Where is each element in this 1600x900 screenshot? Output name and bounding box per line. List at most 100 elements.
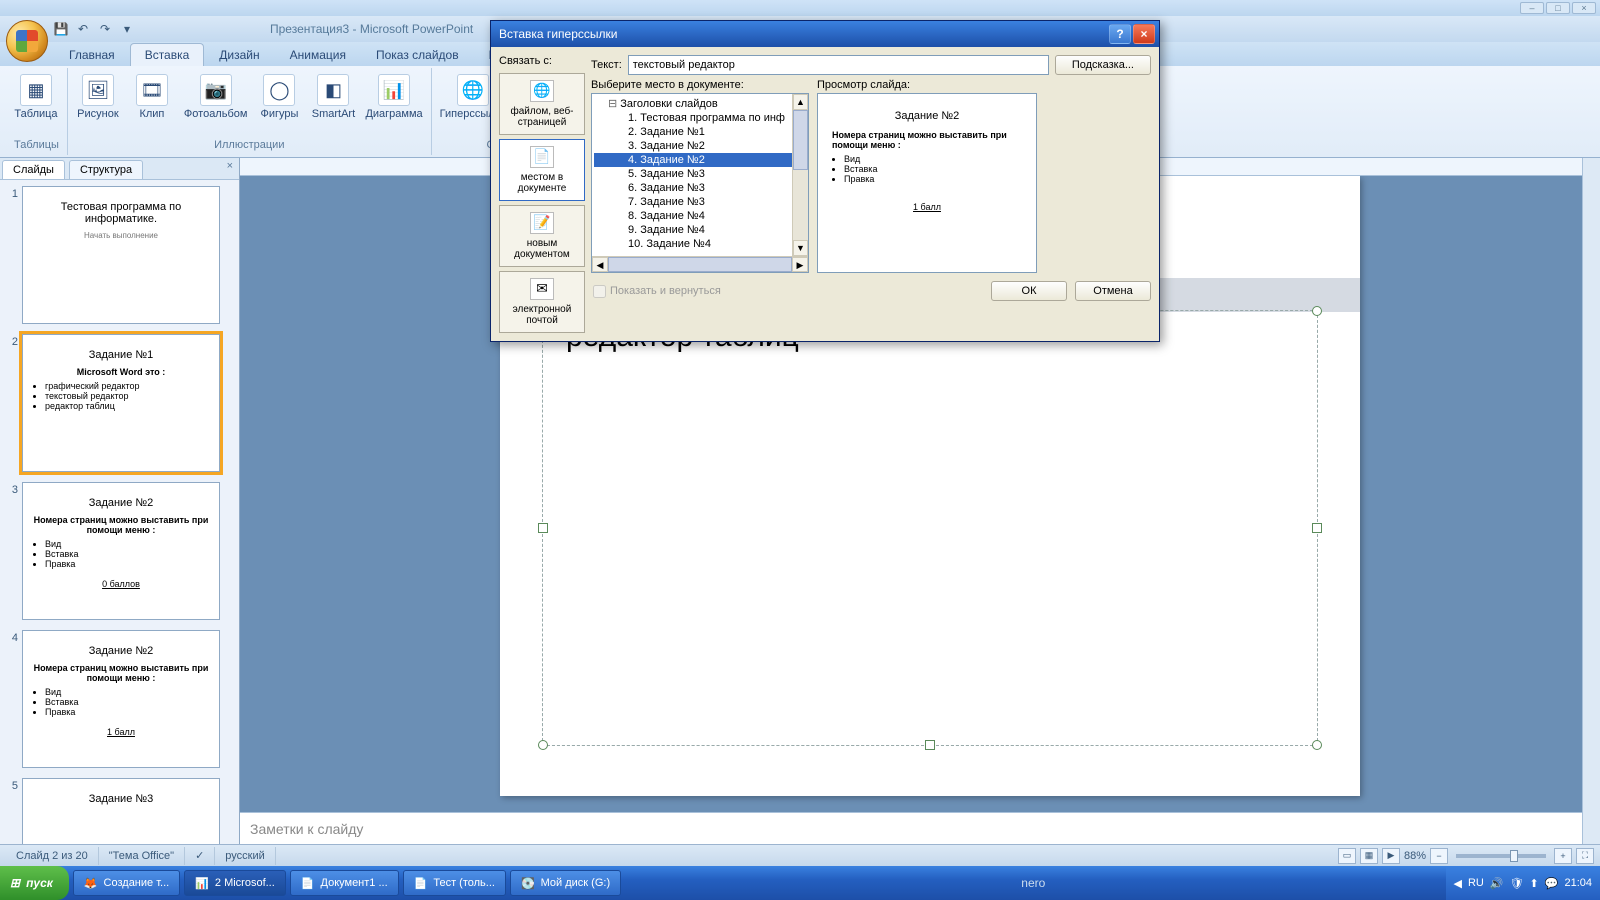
- zoom-in-button[interactable]: +: [1554, 848, 1572, 864]
- tab-home[interactable]: Главная: [54, 43, 130, 66]
- fit-window-button[interactable]: ⛶: [1576, 848, 1594, 864]
- pane-tabs: Слайды Структура ×: [0, 158, 239, 180]
- tray-clock[interactable]: 21:04: [1564, 877, 1592, 889]
- photoalbum-icon: 📷: [200, 74, 232, 106]
- tray-icon[interactable]: 🛡: [1510, 877, 1524, 890]
- pane-close-icon[interactable]: ×: [221, 158, 239, 179]
- picture-button[interactable]: 🖼Рисунок: [76, 74, 120, 120]
- pane-tab-slides[interactable]: Слайды: [2, 160, 65, 179]
- zoom-slider-thumb[interactable]: [1510, 850, 1518, 862]
- cancel-button[interactable]: Отмена: [1075, 281, 1151, 301]
- slide-preview-label: Просмотр слайда:: [817, 79, 1037, 91]
- chart-icon: 📊: [378, 74, 410, 106]
- status-spellcheck-icon[interactable]: ✓: [185, 847, 215, 865]
- tree-item[interactable]: 5. Задание №3: [594, 167, 806, 181]
- slide-thumbnail[interactable]: Тестовая программа по информатике.Начать…: [22, 186, 220, 324]
- slide-thumbnails[interactable]: 1Тестовая программа по информатике.Начат…: [0, 180, 239, 856]
- table-icon: ▦: [20, 74, 52, 106]
- tray-icon[interactable]: 🔊: [1490, 877, 1504, 890]
- taskbar-item[interactable]: 📊 2 Microsof...: [184, 870, 286, 896]
- preview-subtitle: Номера страниц можно выставить при помощ…: [832, 130, 1022, 150]
- office-button[interactable]: [6, 20, 48, 62]
- new-document-icon: 📝: [530, 212, 554, 234]
- slide-thumbnail[interactable]: Задание №1Microsoft Word это :графически…: [22, 334, 220, 472]
- resize-handle[interactable]: [1312, 306, 1322, 316]
- content-placeholder[interactable]: [542, 310, 1318, 746]
- pane-tab-outline[interactable]: Структура: [69, 160, 143, 179]
- system-tray[interactable]: ◀ RU 🔊 🛡 ⬆ 💬 21:04: [1446, 866, 1600, 900]
- zoom-out-button[interactable]: −: [1430, 848, 1448, 864]
- redo-icon[interactable]: ↷: [96, 20, 114, 38]
- preview-title: Задание №2: [832, 110, 1022, 122]
- photoalbum-button[interactable]: 📷Фотоальбом: [184, 74, 248, 120]
- view-sorter-button[interactable]: ▦: [1360, 848, 1378, 864]
- vertical-scrollbar[interactable]: [1582, 158, 1600, 856]
- status-language[interactable]: русский: [215, 847, 275, 865]
- tree-item[interactable]: 1. Тестовая программа по инф: [594, 111, 806, 125]
- tree-item[interactable]: 2. Задание №1: [594, 125, 806, 139]
- tree-item[interactable]: 10. Задание №4: [594, 237, 806, 251]
- dialog-title: Вставка гиперссылки: [499, 27, 617, 41]
- document-bookmark-icon: 📄: [530, 146, 554, 168]
- qat-customize-icon[interactable]: ▾: [118, 20, 136, 38]
- ok-button[interactable]: ОК: [991, 281, 1067, 301]
- tray-icon[interactable]: ⬆: [1530, 877, 1539, 890]
- window-titlebar: – □ ×: [0, 0, 1600, 16]
- slide-thumbnail[interactable]: Задание №2Номера страниц можно выставить…: [22, 482, 220, 620]
- document-outline-tree[interactable]: Заголовки слайдов1. Тестовая программа п…: [591, 93, 809, 273]
- zoom-slider[interactable]: [1456, 854, 1546, 858]
- tab-animation[interactable]: Анимация: [275, 43, 361, 66]
- slide-preview: Задание №2 Номера страниц можно выставит…: [817, 93, 1037, 273]
- tree-item[interactable]: 7. Задание №3: [594, 195, 806, 209]
- tray-icon[interactable]: 💬: [1545, 877, 1559, 890]
- tray-lang[interactable]: RU: [1468, 877, 1484, 889]
- chart-button[interactable]: 📊Диаграмма: [365, 74, 422, 120]
- zoom-value: 88%: [1404, 850, 1426, 862]
- dialog-titlebar[interactable]: Вставка гиперссылки ? ×: [491, 21, 1159, 47]
- view-slideshow-button[interactable]: ▶: [1382, 848, 1400, 864]
- tree-item[interactable]: 9. Задание №4: [594, 223, 806, 237]
- tab-slideshow[interactable]: Показ слайдов: [361, 43, 474, 66]
- tree-item[interactable]: 4. Задание №2: [594, 153, 806, 167]
- linkto-file-button[interactable]: 🌐файлом, веб-страницей: [499, 73, 585, 135]
- slide-thumbnail[interactable]: Задание №2Номера страниц можно выставить…: [22, 630, 220, 768]
- taskbar-item[interactable]: 💽 Мой диск (G:): [510, 870, 621, 896]
- window-close-button[interactable]: ×: [1572, 2, 1596, 14]
- linkto-newdoc-button[interactable]: 📝новым документом: [499, 205, 585, 267]
- resize-handle[interactable]: [1312, 740, 1322, 750]
- smartart-button[interactable]: ◧SmartArt: [311, 74, 355, 120]
- linkto-place-button[interactable]: 📄местом в документе: [499, 139, 585, 201]
- select-place-label: Выберите место в документе:: [591, 79, 809, 91]
- clip-button[interactable]: 🎞Клип: [130, 74, 174, 120]
- resize-handle[interactable]: [538, 740, 548, 750]
- taskbar-item[interactable]: 📄 Тест (толь...: [403, 870, 506, 896]
- minimize-button[interactable]: –: [1520, 2, 1544, 14]
- tree-item[interactable]: 8. Задание №4: [594, 209, 806, 223]
- start-button[interactable]: ⊞пуск: [0, 866, 69, 900]
- table-button[interactable]: ▦Таблица: [14, 74, 58, 120]
- tree-item[interactable]: 3. Задание №2: [594, 139, 806, 153]
- windows-logo-icon: ⊞: [10, 876, 20, 890]
- tree-vertical-scrollbar[interactable]: ▲▼: [792, 94, 808, 256]
- tree-horizontal-scrollbar[interactable]: ◀▶: [592, 256, 808, 272]
- tab-insert[interactable]: Вставка: [130, 43, 205, 66]
- dialog-help-button[interactable]: ?: [1109, 24, 1131, 44]
- resize-handle[interactable]: [538, 523, 548, 533]
- dialog-close-button[interactable]: ×: [1133, 24, 1155, 44]
- resize-handle[interactable]: [1312, 523, 1322, 533]
- save-icon[interactable]: 💾: [52, 20, 70, 38]
- tab-design[interactable]: Дизайн: [204, 43, 274, 66]
- taskbar-item[interactable]: 📄 Документ1 ...: [290, 870, 399, 896]
- undo-icon[interactable]: ↶: [74, 20, 92, 38]
- tree-item[interactable]: 6. Задание №3: [594, 181, 806, 195]
- view-normal-button[interactable]: ▭: [1338, 848, 1356, 864]
- tray-icon[interactable]: ◀: [1454, 877, 1462, 890]
- resize-handle[interactable]: [925, 740, 935, 750]
- taskbar-item[interactable]: 🦊 Создание т...: [73, 870, 180, 896]
- shapes-button[interactable]: ◯Фигуры: [257, 74, 301, 120]
- maximize-button[interactable]: □: [1546, 2, 1570, 14]
- text-to-display-input[interactable]: [628, 55, 1049, 75]
- tree-root-node[interactable]: Заголовки слайдов: [594, 96, 806, 111]
- linkto-email-button[interactable]: ✉электронной почтой: [499, 271, 585, 333]
- screentip-button[interactable]: Подсказка...: [1055, 55, 1151, 75]
